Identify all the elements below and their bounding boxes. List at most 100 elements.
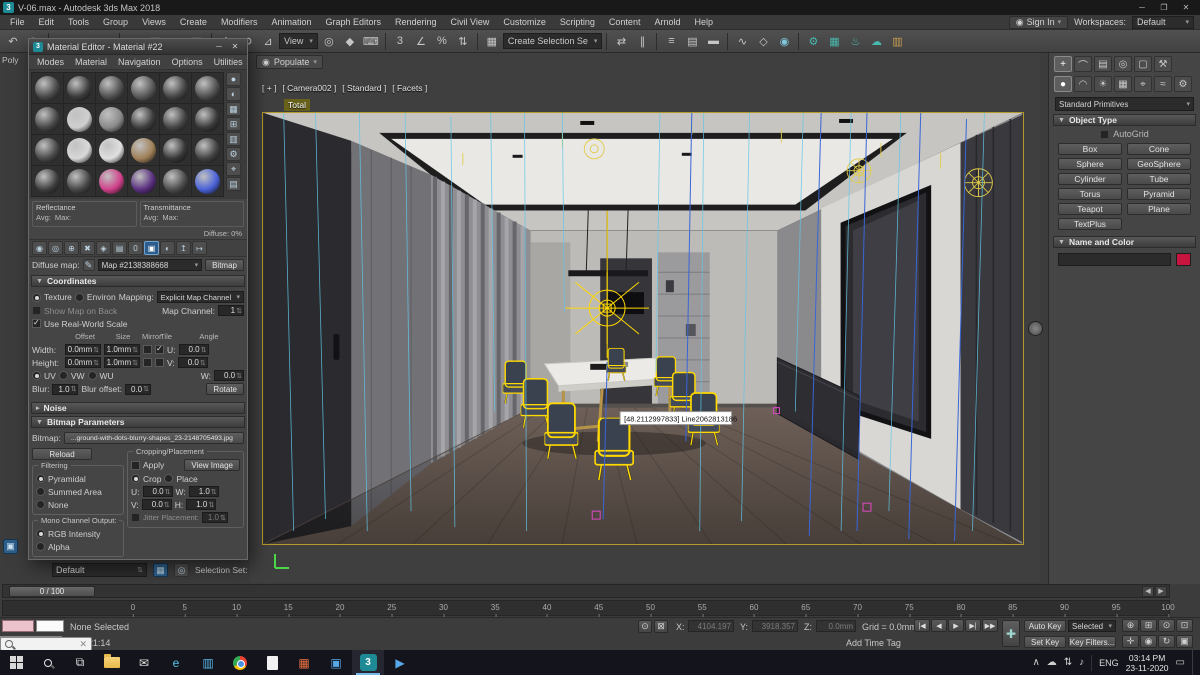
next-frame-button[interactable]: ▶| — [965, 619, 981, 632]
close-button[interactable]: ✕ — [1175, 1, 1197, 15]
material-slot[interactable] — [96, 73, 127, 103]
primitives-dropdown[interactable]: Standard Primitives ▾ — [1055, 97, 1194, 111]
populate-dropdown[interactable]: ◉ Populate ▾ — [256, 55, 323, 69]
set-key-button[interactable]: Set Key — [1024, 636, 1066, 648]
volume-icon[interactable]: ♪ — [1079, 657, 1084, 668]
rgb-intensity-radio[interactable] — [36, 529, 45, 538]
notepad-app[interactable] — [256, 650, 288, 675]
use-pivot-center-icon[interactable]: ◎ — [319, 32, 339, 51]
object-color-swatch[interactable] — [1176, 253, 1191, 266]
menu-rendering[interactable]: Rendering — [388, 16, 444, 28]
undo-icon[interactable]: ↶ — [3, 32, 23, 51]
vw-radio[interactable] — [58, 371, 68, 380]
mirror-u-checkbox[interactable] — [143, 345, 152, 354]
spinner-arrows-icon[interactable]: ⇅ — [137, 566, 143, 574]
show-desktop-button[interactable] — [1192, 650, 1196, 675]
docked-tool-icon[interactable]: ▣ — [3, 539, 18, 554]
selection-sets-icon[interactable]: ▦ — [153, 563, 168, 577]
menu-tools[interactable]: Tools — [61, 16, 96, 28]
mirror-v-checkbox[interactable] — [143, 358, 152, 367]
height-size-spinner[interactable]: 1.0mm ⇅ — [104, 357, 140, 368]
map-type-button[interactable]: Bitmap — [205, 259, 244, 271]
utilities-tab[interactable]: ⚒ — [1154, 56, 1172, 72]
key-filters-button[interactable]: Key Filters... — [1068, 636, 1116, 648]
render-setup-icon[interactable]: ⚙ — [803, 32, 823, 51]
sample-tiling-icon[interactable]: ⊞ — [226, 117, 241, 131]
me-menu-navigation[interactable]: Navigation — [113, 56, 166, 68]
material-slot[interactable] — [192, 73, 223, 103]
menu-graph-editors[interactable]: Graph Editors — [318, 16, 388, 28]
material-slot[interactable] — [96, 166, 127, 196]
v-angle-spinner[interactable]: 0.0 ⇅ — [177, 357, 208, 368]
hidden-icons-chevron[interactable]: ∧ — [1032, 657, 1039, 668]
material-editor-icon[interactable]: ◉ — [774, 32, 794, 51]
selection-set-field[interactable]: Default ⇅ — [52, 563, 147, 577]
edge-browser-app[interactable]: e — [160, 650, 192, 675]
start-button[interactable] — [0, 650, 32, 675]
crop-v-spinner[interactable]: 0.0 ⇅ — [141, 499, 172, 510]
menu-customize[interactable]: Customize — [496, 16, 553, 28]
menu-edit[interactable]: Edit — [32, 16, 62, 28]
menu-create[interactable]: Create — [173, 16, 214, 28]
create-teapot-button[interactable]: Teapot — [1058, 203, 1122, 215]
view-image-button[interactable]: View Image — [184, 459, 240, 471]
backlight-icon[interactable]: ◐ — [226, 87, 241, 101]
menu-group[interactable]: Group — [96, 16, 135, 28]
get-material-icon[interactable]: ◉ — [32, 241, 47, 255]
mail-app[interactable]: ✉ — [128, 650, 160, 675]
viewport-shading-menu[interactable]: [ Standard ] — [342, 83, 386, 93]
material-map-navigator-icon[interactable]: ▤ — [226, 177, 241, 191]
file-explorer-app[interactable] — [96, 650, 128, 675]
background-icon[interactable]: ▦ — [226, 102, 241, 116]
rotate-button[interactable]: Rotate — [206, 383, 244, 395]
play-button[interactable]: ▶ — [948, 619, 964, 632]
close-icon[interactable]: ✕ — [79, 639, 87, 650]
orbit-icon[interactable]: ↻ — [1158, 635, 1175, 648]
alpha-radio[interactable] — [36, 542, 45, 551]
render-in-cloud-icon[interactable]: ☁ — [866, 32, 886, 51]
material-slot[interactable] — [192, 166, 223, 196]
menu-modifiers[interactable]: Modifiers — [214, 16, 265, 28]
put-to-library-icon[interactable]: ▤ — [112, 241, 127, 255]
show-map-on-back-checkbox[interactable] — [32, 306, 41, 315]
map-name-dropdown[interactable]: Map #2138388668 ▾ — [97, 259, 203, 271]
ribbon-icon[interactable]: ▬ — [703, 32, 723, 51]
use-real-world-scale-checkbox[interactable] — [32, 318, 41, 328]
pick-map-icon[interactable]: ✎ — [82, 259, 95, 271]
pyramidal-radio[interactable] — [36, 474, 45, 483]
material-slot[interactable] — [160, 135, 191, 165]
make-unique-icon[interactable]: ◈ — [96, 241, 111, 255]
crop-u-spinner[interactable]: 0.0 ⇅ — [142, 486, 173, 497]
assign-material-icon[interactable]: ⊕ — [64, 241, 79, 255]
frame-back-button[interactable]: ◀ — [1142, 585, 1154, 597]
chrome-browser-app[interactable] — [224, 650, 256, 675]
z-coordinate-field[interactable]: 0.0mm — [816, 620, 856, 632]
noise-rollout-header[interactable]: ▸ Noise — [31, 402, 245, 414]
spacewarps-category[interactable]: ≈ — [1154, 76, 1172, 92]
material-slot[interactable] — [32, 104, 63, 134]
material-slot[interactable] — [32, 135, 63, 165]
frame-forward-button[interactable]: ▶ — [1155, 585, 1167, 597]
place-radio[interactable] — [164, 474, 174, 483]
macro-recorder-field[interactable] — [2, 620, 34, 632]
zoom-icon[interactable]: ⊕ — [1122, 619, 1139, 632]
u-angle-spinner[interactable]: 0.0 ⇅ — [178, 344, 209, 355]
blur-spinner[interactable]: 1.0 ⇅ — [52, 383, 79, 395]
create-plane-button[interactable]: Plane — [1127, 203, 1191, 215]
blur-offset-spinner[interactable]: 0.0 ⇅ — [124, 383, 151, 395]
layer-manager-icon[interactable]: ≡ — [661, 32, 681, 51]
hierarchy-tab[interactable]: ▤ — [1094, 56, 1112, 72]
environ-radio[interactable] — [74, 292, 84, 302]
selection-lock-icon[interactable]: ⊠ — [654, 620, 668, 633]
me-menu-modes[interactable]: Modes — [32, 56, 69, 68]
store-app[interactable]: ▥ — [192, 650, 224, 675]
menu-views[interactable]: Views — [135, 16, 173, 28]
display-tab[interactable]: ▢ — [1134, 56, 1152, 72]
material-slot[interactable] — [160, 166, 191, 196]
curve-editor-icon[interactable]: ∿ — [732, 32, 752, 51]
viewport-plus-menu[interactable]: [ + ] — [262, 83, 276, 93]
percent-snap-icon[interactable]: % — [432, 32, 452, 51]
autogrid-checkbox[interactable] — [1100, 129, 1110, 139]
uv-radio[interactable] — [32, 371, 41, 380]
add-time-tag[interactable]: Add Time Tag — [846, 638, 901, 648]
